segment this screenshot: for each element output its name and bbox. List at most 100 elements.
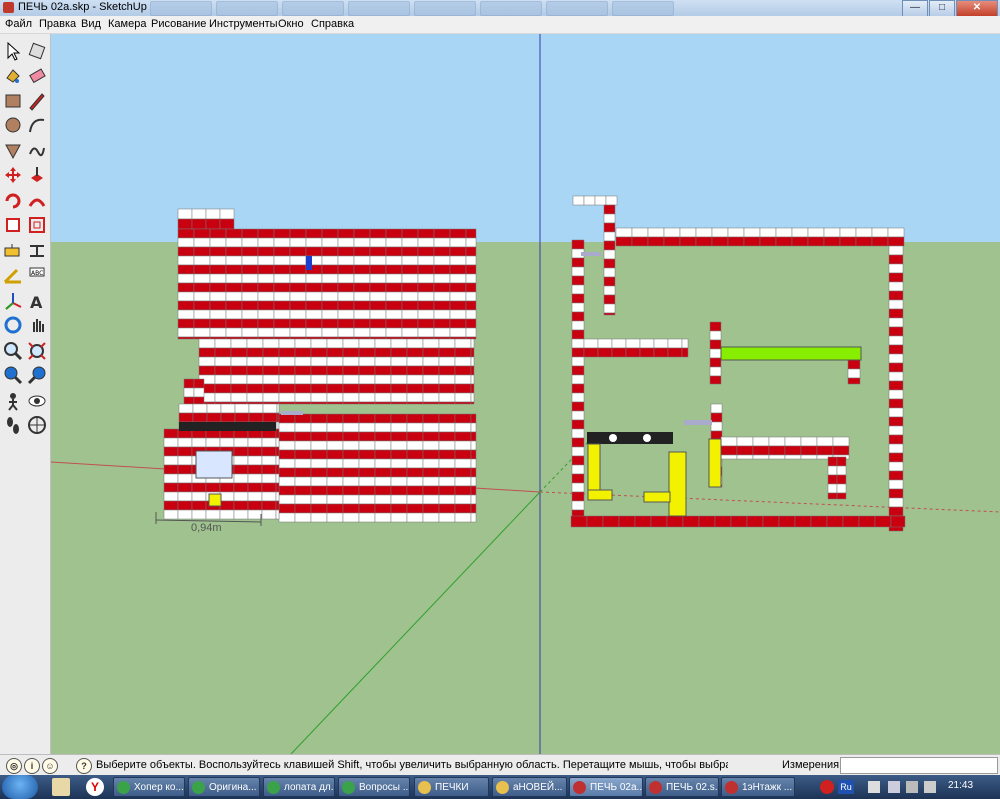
brick xyxy=(369,237,387,248)
taskbar-button[interactable]: ПЕЧЬ 02а.... xyxy=(569,777,643,797)
brick xyxy=(571,257,585,268)
menu-view[interactable]: Вид xyxy=(81,18,101,30)
follow-me-icon[interactable] xyxy=(26,190,48,212)
brick xyxy=(177,464,193,475)
walk-icon[interactable] xyxy=(2,390,24,412)
brick xyxy=(257,282,275,293)
component-tool-icon[interactable] xyxy=(26,40,48,62)
taskbar-button[interactable]: Вопросы ... xyxy=(338,777,410,797)
stove-model-exterior[interactable] xyxy=(163,208,477,523)
pencil-line-icon[interactable] xyxy=(26,90,48,112)
explorer-quicklaunch-icon[interactable] xyxy=(52,778,70,796)
geo-location-icon[interactable]: ◎ xyxy=(6,758,22,774)
model-canvas[interactable]: 0,94m xyxy=(51,34,1000,754)
eraser-icon[interactable] xyxy=(26,64,48,86)
zoom-icon[interactable] xyxy=(2,340,24,362)
taskbar-button[interactable]: аНОВЕЙ... xyxy=(492,777,567,797)
protractor-icon[interactable] xyxy=(2,264,24,286)
drawing-viewport[interactable]: 0,94m xyxy=(51,34,1000,754)
brick xyxy=(219,482,235,493)
orbit-icon[interactable] xyxy=(2,314,24,336)
paint-bucket-icon[interactable] xyxy=(2,64,24,86)
arc-tool-icon[interactable] xyxy=(26,114,48,136)
yandex-icon[interactable]: Y xyxy=(86,778,104,796)
tray-app-icon[interactable] xyxy=(868,781,880,793)
network-icon[interactable] xyxy=(888,781,900,793)
brick xyxy=(406,401,424,405)
menu-tools[interactable]: Инструменты xyxy=(209,18,278,30)
start-button[interactable] xyxy=(2,775,38,799)
position-camera-icon[interactable] xyxy=(26,414,48,436)
minimize-button[interactable]: — xyxy=(902,0,928,17)
brick xyxy=(625,347,641,358)
brick xyxy=(888,254,904,265)
dimension-icon[interactable] xyxy=(26,240,48,262)
move-tool-icon[interactable] xyxy=(2,164,24,186)
select-tool-icon[interactable] xyxy=(2,40,24,62)
menu-camera[interactable]: Камера xyxy=(108,18,146,30)
credits-icon[interactable]: i xyxy=(24,758,40,774)
brick xyxy=(241,237,259,248)
brick xyxy=(433,273,451,284)
taskbar-button[interactable]: Хопер ко... xyxy=(113,777,185,797)
taskbar-button[interactable]: Оригина... xyxy=(188,777,260,797)
brick xyxy=(571,284,585,295)
previous-view-icon[interactable] xyxy=(2,364,24,386)
clock[interactable]: 21:43 xyxy=(948,780,973,791)
brick xyxy=(273,237,291,248)
brick xyxy=(888,479,904,490)
brick xyxy=(214,383,232,394)
taskbar-button[interactable]: лопата дл... xyxy=(263,777,335,797)
taskbar-button[interactable]: ПЕЧЬ 02.s... xyxy=(645,777,719,797)
3d-text-icon[interactable]: A xyxy=(26,290,48,312)
text-tool-icon[interactable]: ABC xyxy=(26,264,48,286)
circle-tool-icon[interactable] xyxy=(2,114,24,136)
brick xyxy=(465,237,477,248)
menu-draw[interactable]: Рисование xyxy=(151,18,206,30)
brick xyxy=(890,515,906,528)
volume-icon[interactable] xyxy=(924,781,936,793)
measurements-input[interactable] xyxy=(840,757,998,774)
polygon-tool-icon[interactable] xyxy=(2,140,24,162)
antivirus-tray-icon[interactable] xyxy=(820,780,834,794)
close-button[interactable]: ✕ xyxy=(956,0,998,17)
brick xyxy=(826,515,844,528)
zoom-extents-icon[interactable] xyxy=(26,340,48,362)
help-icon[interactable]: ? xyxy=(76,758,92,774)
pan-icon[interactable] xyxy=(26,314,48,336)
brick xyxy=(647,227,665,238)
next-view-icon[interactable] xyxy=(26,364,48,386)
menu-file[interactable]: Файл xyxy=(5,18,32,30)
brick xyxy=(374,356,392,367)
language-indicator[interactable]: Ru xyxy=(838,780,854,794)
brick xyxy=(422,512,440,523)
maximize-button[interactable]: □ xyxy=(929,0,955,17)
brick xyxy=(191,509,207,520)
tape-measure-icon[interactable] xyxy=(2,240,24,262)
brick xyxy=(205,208,221,220)
menu-help[interactable]: Справка xyxy=(311,18,354,30)
title-bar: ПЕЧЬ 02а.skp - SketchUp — □ ✕ xyxy=(0,0,1000,17)
push-pull-icon[interactable] xyxy=(26,164,48,186)
taskbar-button[interactable]: 1эНтажк ... xyxy=(721,777,795,797)
offset-tool-icon[interactable] xyxy=(26,214,48,236)
brick xyxy=(321,300,339,311)
look-around-icon[interactable] xyxy=(26,390,48,412)
user-icon[interactable]: ☺ xyxy=(42,758,58,774)
brick xyxy=(374,383,392,394)
freehand-tool-icon[interactable] xyxy=(26,140,48,162)
brick xyxy=(257,309,275,320)
menu-edit[interactable]: Правка xyxy=(39,18,76,30)
brick xyxy=(234,412,250,423)
axes-tool-icon[interactable] xyxy=(2,290,24,312)
rotate-tool-icon[interactable] xyxy=(2,190,24,212)
brick xyxy=(401,282,419,293)
action-center-icon[interactable] xyxy=(906,781,918,793)
brick xyxy=(714,515,732,528)
taskbar-button[interactable]: ПЕЧКИ xyxy=(414,777,489,797)
footprints-icon[interactable] xyxy=(2,414,24,436)
brick xyxy=(667,338,683,349)
rectangle-tool-icon[interactable] xyxy=(2,90,24,112)
scale-tool-icon[interactable] xyxy=(2,214,24,236)
menu-window[interactable]: Окно xyxy=(278,18,304,30)
